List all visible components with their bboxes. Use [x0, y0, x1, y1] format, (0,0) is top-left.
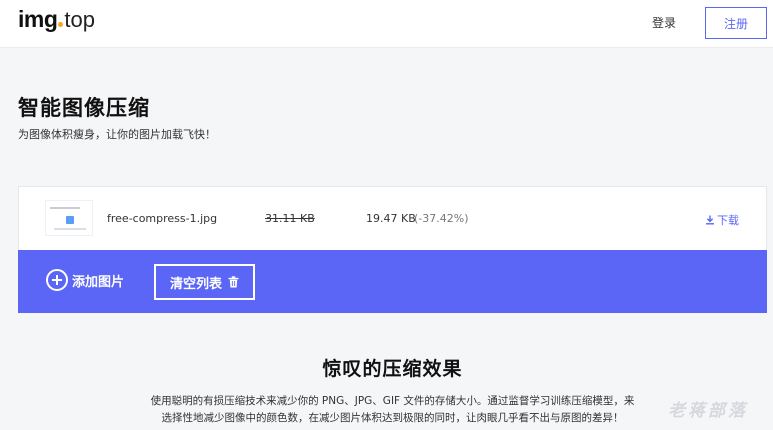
description-line-2: 选择性地减少图像中的颜色数，在减少图片体积达到极限的同时，让肉眼几乎看不出与原图… — [161, 412, 624, 424]
original-size: 31.11 KB — [265, 212, 315, 225]
download-icon — [706, 215, 714, 225]
login-link[interactable]: 登录 — [652, 14, 676, 31]
file-thumbnail — [45, 200, 93, 236]
logo-dot — [58, 22, 64, 27]
file-list: free-compress-1.jpg 31.11 KB 19.47 KB (-… — [18, 186, 767, 250]
logo-tld-text: top — [64, 7, 95, 32]
page-title: 智能图像压缩 — [18, 96, 150, 120]
section-title: 惊叹的压缩效果 — [322, 358, 463, 380]
description-line-1: 使用聪明的有损压缩技术来减少你的 PNG、JPG、GIF 文件的存储大小。通过监… — [150, 395, 635, 407]
thumbnail-image-mark — [66, 216, 74, 224]
page-subtitle: 为图像体积瘦身，让你的图片加载飞快！ — [18, 128, 216, 141]
clear-list-label: 清空列表 — [169, 276, 222, 292]
plus-circle-icon — [46, 269, 68, 291]
logo-main-text: img — [18, 6, 58, 32]
download-link[interactable]: 下载 — [705, 212, 739, 228]
action-bar: 添加图片 清空列表 — [18, 250, 767, 313]
section-description: 使用聪明的有损压缩技术来减少你的 PNG、JPG、GIF 文件的存储大小。通过监… — [0, 393, 773, 427]
file-name: free-compress-1.jpg — [107, 212, 218, 225]
trash-icon — [228, 276, 239, 288]
thumbnail-line-bottom — [54, 228, 86, 230]
watermark: 老蒋部落 — [668, 401, 748, 421]
logo[interactable]: img top — [18, 6, 95, 38]
thumbnail-line-top — [50, 207, 80, 209]
add-image-button[interactable]: 添加图片 — [46, 269, 124, 291]
compressed-size: 19.47 KB — [366, 212, 416, 225]
register-button[interactable]: 注册 — [705, 7, 767, 39]
reduction-percent: (-37.42%) — [414, 212, 469, 225]
clear-list-button[interactable]: 清空列表 — [154, 264, 255, 300]
add-image-label: 添加图片 — [72, 274, 125, 290]
top-header: img top 登录 注册 — [0, 0, 773, 48]
download-label: 下载 — [717, 214, 739, 227]
